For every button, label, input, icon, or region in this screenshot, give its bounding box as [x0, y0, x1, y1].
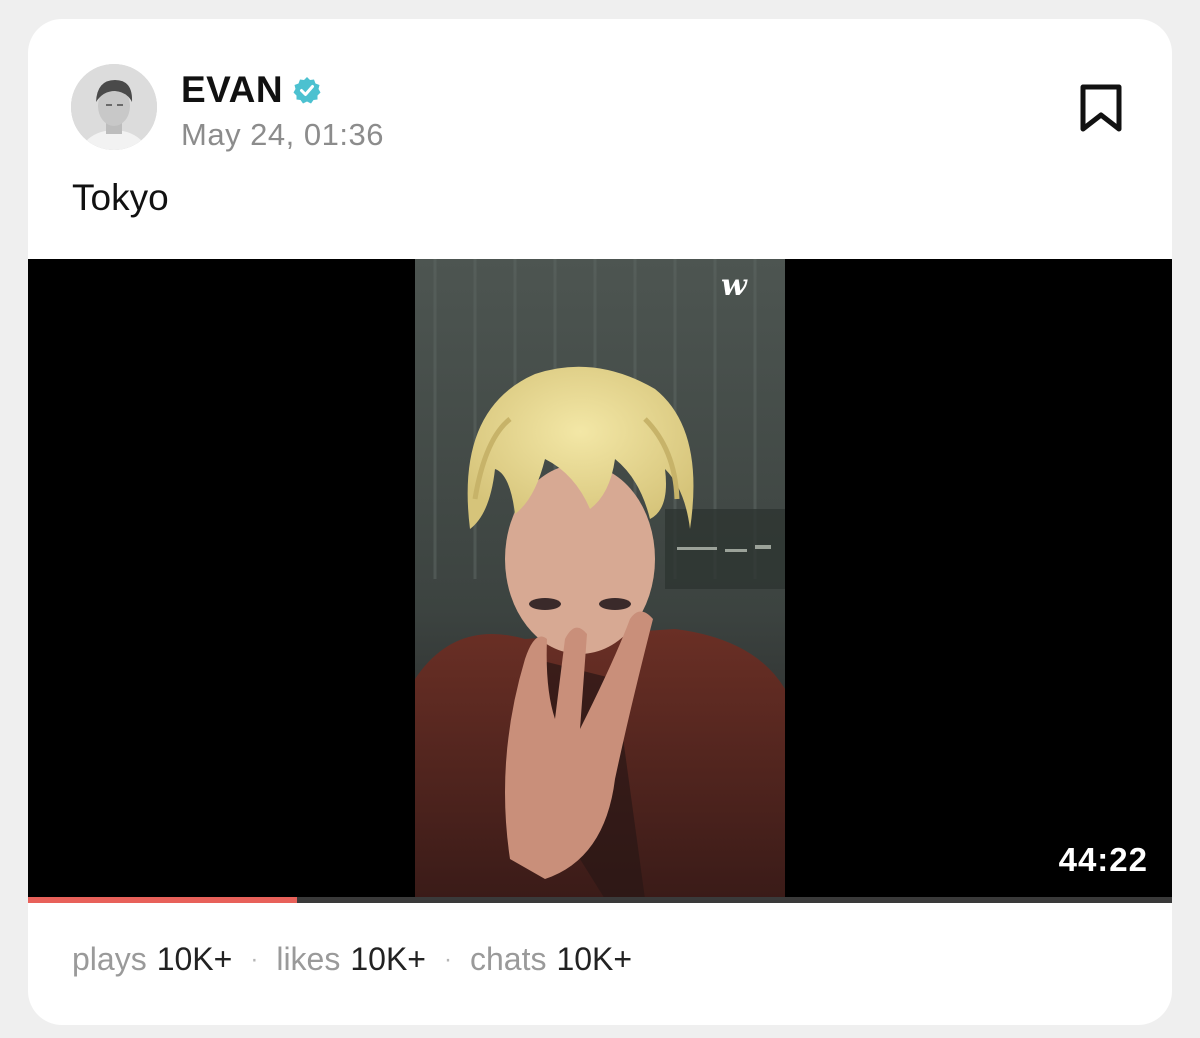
post-card: EVAN May 24, 01:36 Tokyo w 44:22 plays 1… [28, 19, 1172, 1025]
chats-count: 10K+ [556, 941, 633, 977]
author-name[interactable]: EVAN [181, 69, 283, 111]
likes-label: likes [276, 941, 341, 977]
video-progress-bar[interactable] [28, 897, 1172, 903]
post-caption: Tokyo [72, 177, 169, 218]
video-player[interactable]: w 44:22 [28, 259, 1172, 903]
author-row: EVAN [181, 69, 321, 111]
avatar[interactable] [71, 64, 157, 150]
video-duration: 44:22 [1058, 841, 1148, 878]
chats-label: chats [469, 941, 547, 977]
stats-separator: · [250, 945, 259, 973]
avatar-photo [71, 64, 157, 150]
stats-separator: · [443, 945, 452, 973]
verified-badge-icon [293, 77, 321, 104]
likes-count: 10K+ [350, 941, 426, 977]
plays-label: plays [72, 941, 147, 977]
plays-count: 10K+ [156, 941, 233, 977]
weverse-watermark-icon: w [721, 268, 748, 303]
bookmark-icon[interactable] [1076, 83, 1126, 135]
video-thumbnail: w [415, 259, 785, 899]
video-progress-fill [28, 897, 297, 903]
post-timestamp: May 24, 01:36 [181, 117, 384, 152]
post-stats: plays 10K+ · likes 10K+ · chats 10K+ [72, 941, 632, 978]
